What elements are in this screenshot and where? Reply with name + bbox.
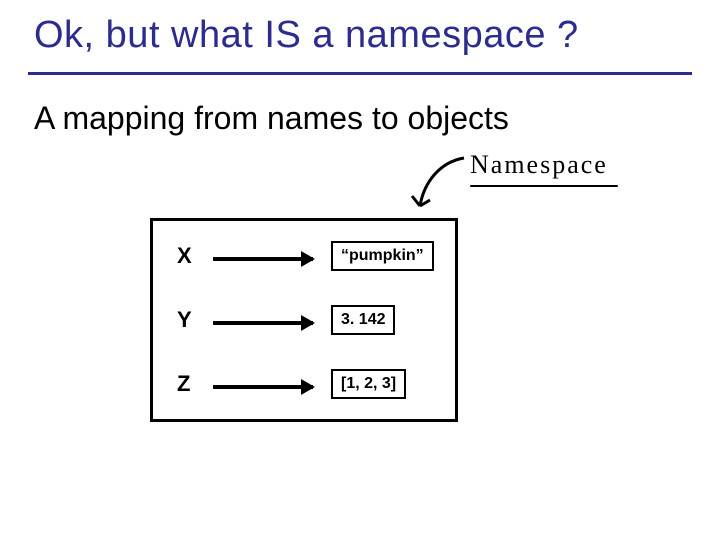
subtitle: A mapping from names to objects	[34, 100, 509, 137]
title-underline	[28, 72, 692, 75]
arrow-icon	[213, 321, 313, 325]
mapping-row: Y 3. 142	[153, 303, 455, 343]
curved-arrow-icon	[400, 148, 480, 228]
page-title: Ok, but what IS a namespace ?	[34, 14, 579, 57]
value-box: “pumpkin”	[331, 241, 434, 271]
arrow-icon	[213, 385, 313, 389]
var-name: Y	[177, 307, 192, 333]
mapping-row: X “pumpkin”	[153, 239, 455, 279]
namespace-box: X “pumpkin” Y 3. 142 Z [1, 2, 3]	[150, 218, 458, 422]
slide: Ok, but what IS a namespace ? A mapping …	[0, 0, 720, 540]
namespace-annotation: Namespace	[470, 150, 608, 180]
annotation-underline	[470, 185, 618, 187]
var-name: Z	[177, 371, 190, 397]
value-box: 3. 142	[331, 305, 395, 335]
arrow-icon	[213, 257, 313, 261]
mapping-row: Z [1, 2, 3]	[153, 367, 455, 407]
var-name: X	[177, 243, 192, 269]
value-box: [1, 2, 3]	[331, 369, 406, 399]
